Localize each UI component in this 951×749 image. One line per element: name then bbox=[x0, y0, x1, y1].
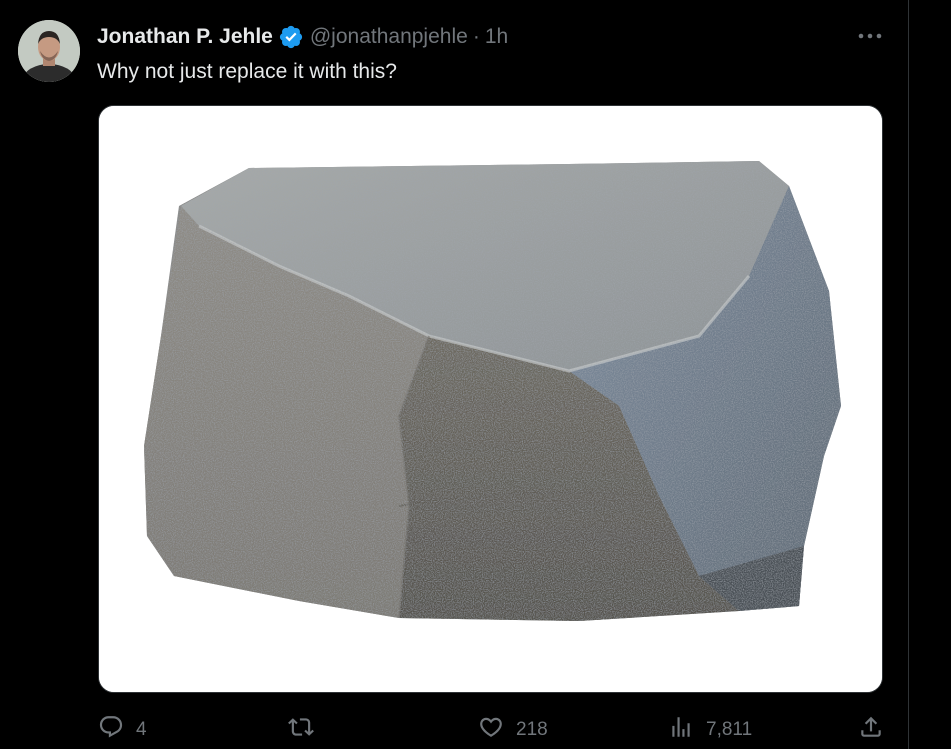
share-icon bbox=[858, 714, 884, 746]
author-handle[interactable]: @jonathanpjehle bbox=[310, 25, 468, 49]
like-button[interactable]: 218 bbox=[478, 714, 548, 746]
retweet-icon bbox=[288, 714, 314, 746]
share-button[interactable] bbox=[858, 714, 884, 746]
more-options-icon[interactable] bbox=[856, 26, 884, 46]
like-count: 218 bbox=[516, 719, 548, 740]
page: Jonathan P. Jehle @jonathanpjehle · 1h W… bbox=[0, 0, 951, 749]
view-count: 7,811 bbox=[706, 719, 753, 740]
tweet-media-image[interactable] bbox=[98, 105, 883, 693]
tweet-action-bar: 4 218 7,811 bbox=[0, 708, 908, 748]
author-name[interactable]: Jonathan P. Jehle bbox=[97, 25, 273, 49]
views-button[interactable]: 7,811 bbox=[668, 714, 752, 746]
header-separator: · bbox=[472, 25, 480, 48]
tweet-timestamp[interactable]: 1h bbox=[485, 25, 508, 49]
like-icon bbox=[478, 714, 504, 746]
tweet-header: Jonathan P. Jehle @jonathanpjehle · 1h bbox=[97, 22, 508, 52]
verified-badge-icon bbox=[278, 24, 304, 50]
rock-image bbox=[99, 106, 882, 692]
reply-button[interactable]: 4 bbox=[98, 714, 147, 746]
tweet-text: Why not just replace it with this? bbox=[97, 60, 397, 83]
reply-count: 4 bbox=[136, 719, 147, 740]
tweet-article[interactable]: Jonathan P. Jehle @jonathanpjehle · 1h W… bbox=[0, 0, 908, 749]
avatar-image bbox=[18, 20, 80, 82]
avatar[interactable] bbox=[18, 20, 80, 82]
reply-icon bbox=[98, 714, 124, 746]
column-divider bbox=[908, 0, 909, 749]
retweet-button[interactable] bbox=[288, 714, 326, 746]
views-icon bbox=[668, 714, 694, 746]
